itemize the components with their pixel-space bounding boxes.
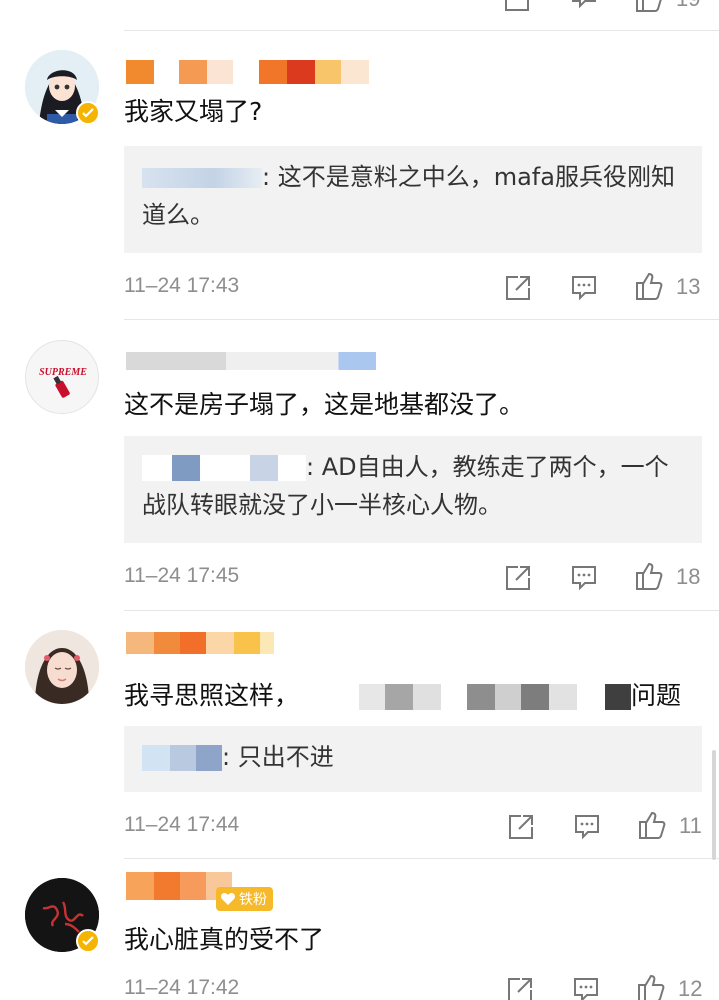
comment-text: 我寻思照这样， 问题: [124, 681, 682, 710]
divider: [124, 30, 719, 31]
thumb-up-icon[interactable]: [634, 0, 664, 14]
reply-username-mosaic[interactable]: [142, 168, 262, 188]
thumb-up-icon[interactable]: [634, 560, 664, 592]
like-count: 19: [676, 0, 700, 14]
comment-icon[interactable]: [570, 272, 598, 304]
supreme-logo-avatar-icon: SUPREME: [39, 367, 87, 398]
reply-text: : 只出不进: [222, 743, 334, 771]
comment-icon[interactable]: [572, 974, 600, 1000]
content-mosaic: [299, 685, 360, 709]
share-icon[interactable]: [504, 272, 532, 304]
share-icon[interactable]: [506, 974, 534, 1000]
comment-icon[interactable]: [570, 0, 598, 12]
like-count: 13: [676, 274, 701, 299]
comment-text: 这不是房子塌了，这是地基都没了。: [124, 390, 525, 419]
fan-heart-icon: [220, 892, 236, 905]
timestamp: 11–24 17:45: [124, 564, 240, 587]
share-icon[interactable]: [504, 0, 532, 14]
divider: [124, 858, 719, 859]
username-mosaic[interactable]: [126, 60, 369, 84]
comment-icon[interactable]: [573, 811, 601, 843]
timestamp: 11–24 17:43: [124, 274, 240, 297]
comment-icon[interactable]: [570, 562, 598, 594]
girl-photo-avatar-icon: [25, 630, 99, 704]
username-mosaic[interactable]: [126, 632, 274, 654]
divider: [124, 319, 719, 320]
username-mosaic[interactable]: [126, 352, 376, 370]
thumb-up-icon[interactable]: [636, 972, 666, 1000]
timestamp: 11–24 17:42: [124, 976, 240, 999]
comment-text: 我心脏真的受不了: [124, 925, 325, 954]
fan-badge: 铁粉: [216, 887, 273, 911]
avatar[interactable]: SUPREME: [25, 340, 99, 414]
thumb-up-icon[interactable]: [637, 809, 667, 841]
divider: [124, 610, 719, 611]
reply-box[interactable]: : 这不是意料之中么，mafa服兵役刚知道么。: [124, 146, 702, 253]
svg-text:SUPREME: SUPREME: [39, 367, 87, 378]
thumb-up-icon[interactable]: [634, 270, 664, 302]
like-count: 18: [676, 564, 701, 589]
verified-badge-icon: [76, 929, 100, 953]
weibo-comment-list: 19: [0, 0, 719, 1000]
like-count: 11: [679, 813, 702, 838]
reply-box[interactable]: : AD自由人，教练走了两个，一个战队转眼就没了小一半核心人物。: [124, 436, 702, 543]
share-icon[interactable]: [504, 562, 532, 594]
scrollbar[interactable]: [712, 750, 716, 860]
comment-text: 我家又塌了?: [124, 97, 263, 126]
reply-username-mosaic[interactable]: [142, 455, 172, 481]
like-count: 12: [678, 976, 703, 1000]
verified-badge-icon: [76, 101, 100, 125]
reply-box[interactable]: : 只出不进: [124, 726, 702, 792]
avatar[interactable]: [25, 630, 99, 704]
timestamp: 11–24 17:44: [124, 813, 240, 836]
share-icon[interactable]: [507, 811, 535, 843]
reply-username-mosaic[interactable]: [142, 745, 170, 771]
